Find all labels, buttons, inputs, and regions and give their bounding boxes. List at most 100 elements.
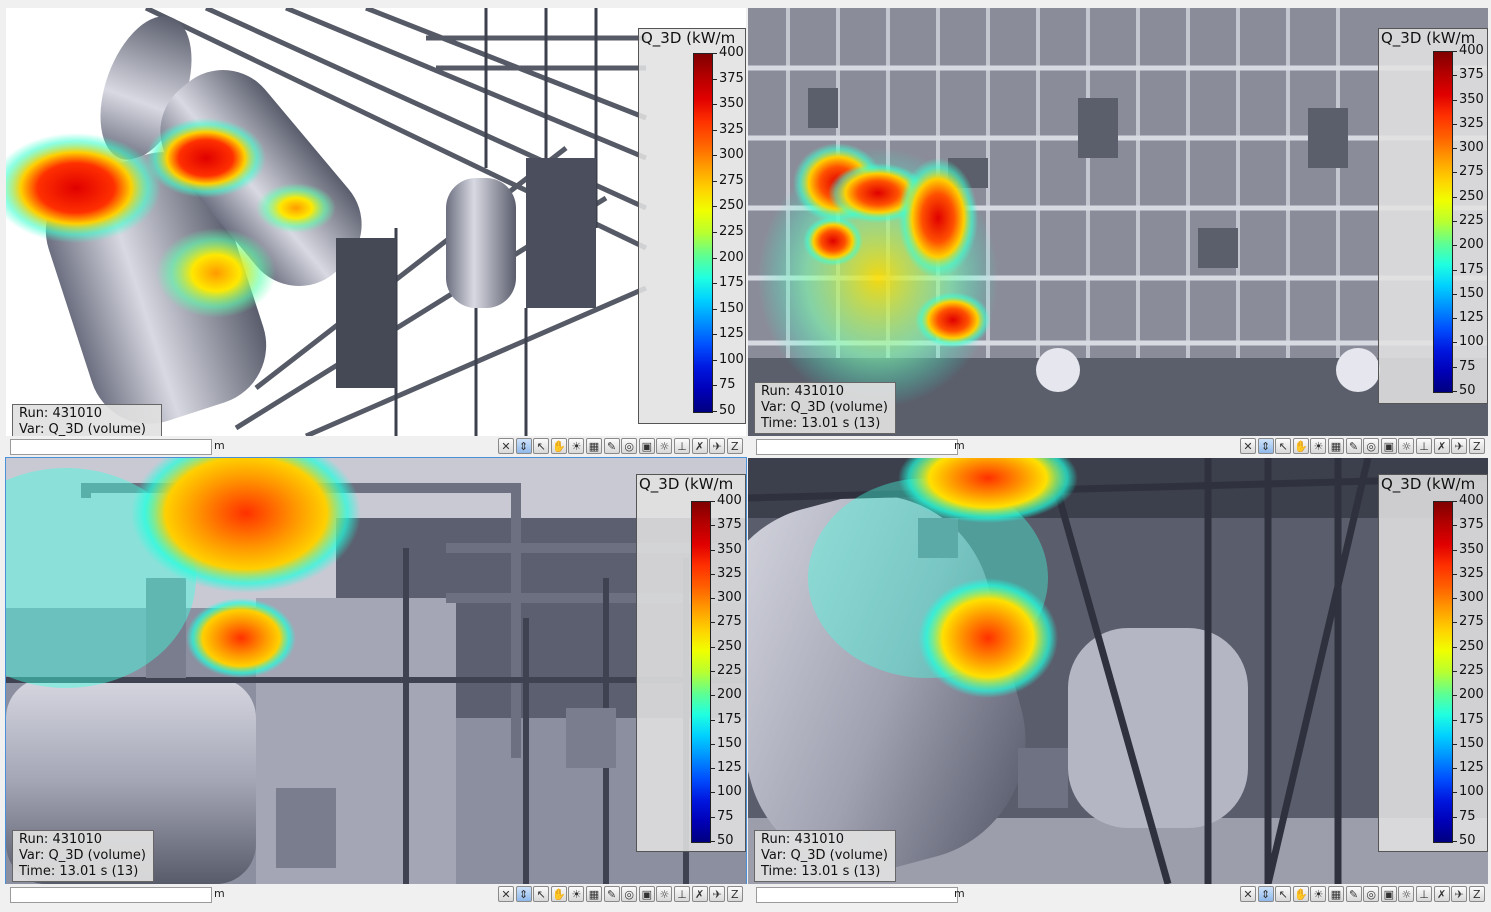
viewport-top-left[interactable]: Q_3D (kW/m 400 375 350 325 300 275 250 225 200 17… (6, 8, 746, 436)
zoom-region-icon[interactable]: ⇕ (1257, 886, 1274, 902)
scene-render-top-right[interactable] (748, 8, 1488, 436)
clear-icon[interactable]: ✗ (1433, 886, 1450, 902)
pan-icon[interactable]: ✋ (550, 438, 567, 454)
coordinate-field[interactable] (10, 887, 212, 903)
axis-icon[interactable]: ⊥ (1416, 438, 1432, 454)
legend-tick-label: 400 (719, 45, 744, 60)
select-icon[interactable]: ↖ (533, 438, 550, 454)
fly-icon[interactable]: ✈ (1451, 438, 1468, 454)
camera-icon[interactable]: ▣ (1380, 438, 1397, 454)
zoom-extent-icon[interactable]: ✕ (498, 438, 514, 454)
zoom-region-icon[interactable]: ⇕ (515, 886, 532, 902)
pen-icon[interactable]: ✎ (603, 438, 620, 454)
colorbar (691, 501, 711, 843)
pan-icon[interactable]: ✋ (550, 886, 567, 902)
viewport-bottom-right[interactable]: Q_3D (kW/m 400 375 350 325 300 275 250 225 200 17… (748, 458, 1488, 884)
legend-tick-mark (710, 501, 715, 502)
legend-tick-mark (712, 53, 717, 54)
rotate-icon[interactable]: ☀ (568, 886, 585, 902)
legend-tick-mark (1452, 196, 1457, 198)
measure-icon[interactable]: ◎ (1363, 886, 1380, 902)
viewport-top-right[interactable]: Q_3D (kW/m 400 375 350 325 300 275 250 225 200 17… (748, 8, 1488, 436)
z-axis-icon[interactable]: Z (726, 886, 743, 902)
scene-render-bottom-left[interactable] (6, 458, 746, 884)
legend-tick-label: 275 (1459, 614, 1484, 630)
info-box-bottom-right: Run: 431010 Var: Q_3D (volume) Time: 13.… (754, 830, 896, 882)
pan-icon[interactable]: ✋ (1292, 886, 1309, 902)
orbit-icon[interactable]: ▦ (586, 438, 602, 454)
zoom-extent-icon[interactable]: ✕ (498, 886, 514, 902)
viewport-bottom-left[interactable]: Q_3D (kW/m 400 375 350 325 300 275 250 225 200 17… (5, 457, 747, 885)
axis-icon[interactable]: ⊥ (674, 438, 690, 454)
var-label: Var: Q_3D (volume) (19, 848, 146, 863)
clear-icon[interactable]: ✗ (691, 886, 708, 902)
select-icon[interactable]: ↖ (533, 886, 550, 902)
time-label: Time: 13.01 s (13) (761, 864, 881, 879)
select-icon[interactable]: ↖ (1275, 438, 1292, 454)
scene-render-top-left[interactable] (6, 8, 746, 436)
coordinate-field[interactable] (756, 439, 958, 455)
fly-icon[interactable]: ✈ (1451, 886, 1468, 902)
legend-tick-mark (1452, 342, 1457, 344)
toolbar-bottom-right: m ✕ ⇕ ↖ ✋ ☀ ▦ ✎ ◎ ▣ ☼ ⊥ ✗ ✈ Z (746, 884, 1491, 906)
z-axis-icon[interactable]: Z (726, 438, 743, 454)
camera-icon[interactable]: ▣ (638, 886, 655, 902)
orbit-icon[interactable]: ▦ (1328, 438, 1344, 454)
legend-tick-label: 375 (1459, 517, 1484, 533)
legend-tick-mark (1452, 293, 1457, 295)
legend-tick-label: 350 (719, 96, 744, 112)
pen-icon[interactable]: ✎ (1345, 438, 1362, 454)
light-icon[interactable]: ☼ (656, 886, 673, 902)
z-axis-icon[interactable]: Z (1468, 438, 1485, 454)
rotate-icon[interactable]: ☀ (1310, 438, 1327, 454)
pen-icon[interactable]: ✎ (1345, 886, 1362, 902)
legend-tick-mark (1452, 172, 1457, 174)
legend-tick-label: 275 (717, 614, 742, 630)
light-icon[interactable]: ☼ (656, 438, 673, 454)
zoom-extent-icon[interactable]: ✕ (1240, 438, 1256, 454)
legend-tick-label: 200 (719, 249, 744, 265)
measure-icon[interactable]: ◎ (1363, 438, 1380, 454)
orbit-icon[interactable]: ▦ (1328, 886, 1344, 902)
legend-tick-mark (1452, 51, 1457, 52)
fly-icon[interactable]: ✈ (709, 438, 726, 454)
legend-tick-mark (710, 549, 715, 551)
legend-tick-mark (710, 816, 715, 818)
camera-icon[interactable]: ▣ (638, 438, 655, 454)
legend-tick-label: 225 (1459, 213, 1484, 228)
axis-icon[interactable]: ⊥ (674, 886, 690, 902)
zoom-region-icon[interactable]: ⇕ (515, 438, 532, 454)
legend-tick-mark (1452, 525, 1457, 527)
unit-label: m (954, 439, 965, 452)
light-icon[interactable]: ☼ (1398, 438, 1415, 454)
measure-icon[interactable]: ◎ (621, 886, 638, 902)
camera-icon[interactable]: ▣ (1380, 886, 1397, 902)
clear-icon[interactable]: ✗ (1433, 438, 1450, 454)
light-icon[interactable]: ☼ (1398, 886, 1415, 902)
zoom-extent-icon[interactable]: ✕ (1240, 886, 1256, 902)
zoom-region-icon[interactable]: ⇕ (1257, 438, 1274, 454)
clear-icon[interactable]: ✗ (691, 438, 708, 454)
scene-render-bottom-right[interactable] (748, 458, 1488, 884)
pen-icon[interactable]: ✎ (603, 886, 620, 902)
legend-tick-mark (712, 334, 717, 336)
legend-tick-label: 75 (719, 377, 736, 393)
measure-icon[interactable]: ◎ (621, 438, 638, 454)
axis-icon[interactable]: ⊥ (1416, 886, 1432, 902)
time-label: Time: 13.01 s (13) (761, 416, 881, 431)
z-axis-icon[interactable]: Z (1468, 886, 1485, 902)
fly-icon[interactable]: ✈ (709, 886, 726, 902)
legend-tick-mark (710, 573, 715, 575)
legend-tick-label: 100 (1459, 784, 1484, 800)
time-label: Time: 13.01 s (13) (19, 864, 139, 879)
select-icon[interactable]: ↖ (1275, 886, 1292, 902)
rotate-icon[interactable]: ☀ (568, 438, 585, 454)
orbit-icon[interactable]: ▦ (586, 886, 602, 902)
rotate-icon[interactable]: ☀ (1310, 886, 1327, 902)
pan-icon[interactable]: ✋ (1292, 438, 1309, 454)
legend-tick-label: 150 (717, 735, 742, 751)
legend-tick-label: 75 (1459, 808, 1476, 824)
legend-tick-mark (710, 646, 715, 648)
coordinate-field[interactable] (10, 439, 212, 455)
coordinate-field[interactable] (756, 887, 958, 903)
